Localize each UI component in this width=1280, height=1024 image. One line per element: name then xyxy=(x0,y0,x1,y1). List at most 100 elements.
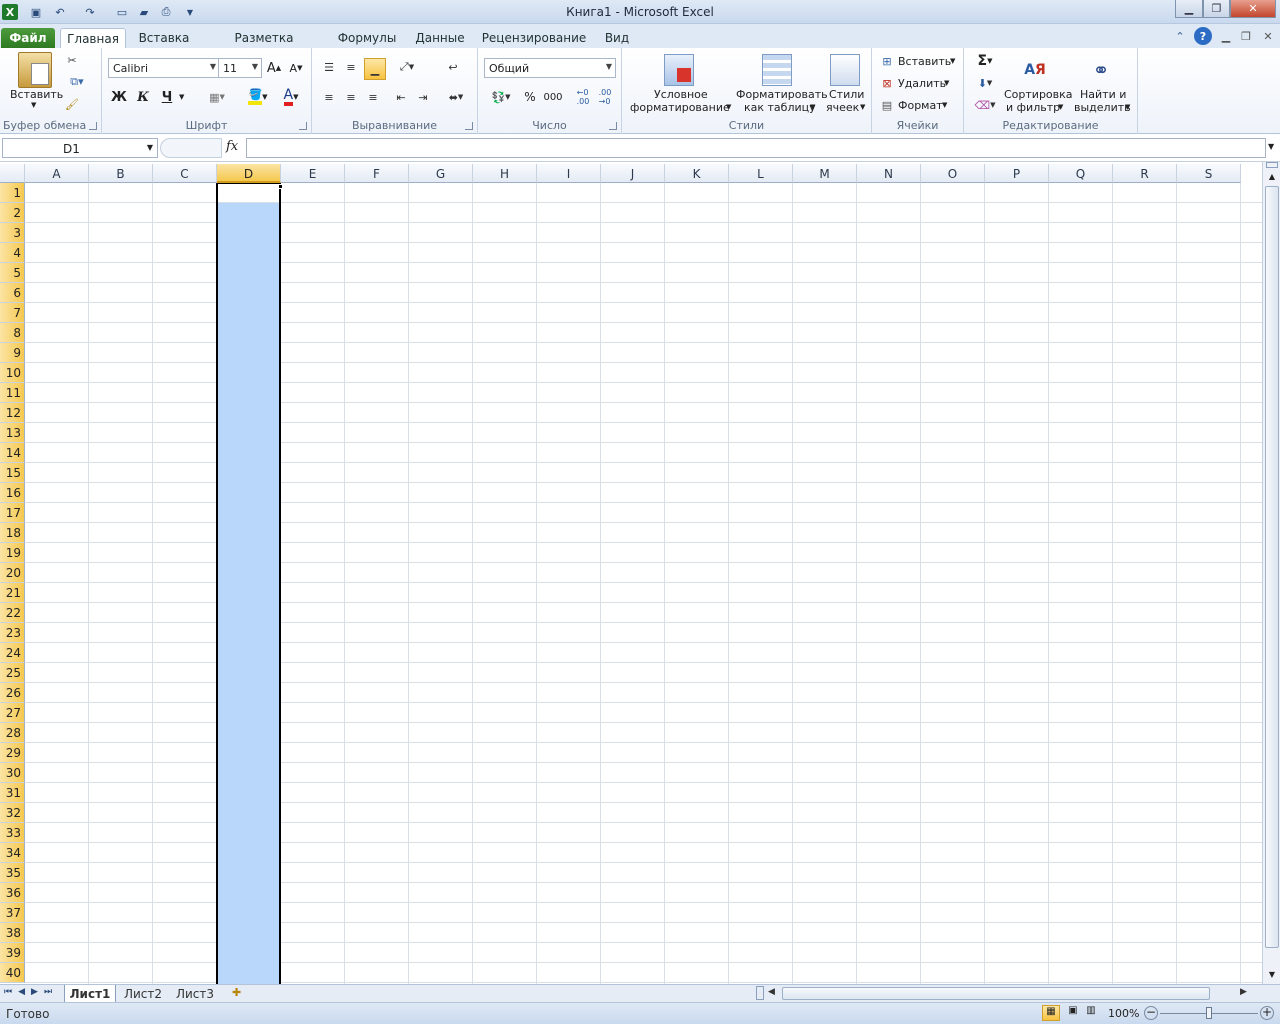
find-select-label-2[interactable]: выделить xyxy=(1074,101,1131,114)
tab-file[interactable]: Файл xyxy=(1,28,55,48)
zoom-level[interactable]: 100% xyxy=(1108,1007,1139,1020)
copy-icon[interactable]: ⧉▾ xyxy=(64,74,90,90)
column-header[interactable]: N xyxy=(857,164,921,183)
column-header[interactable]: F xyxy=(345,164,409,183)
find-select-label-1[interactable]: Найти и xyxy=(1080,88,1126,101)
tab-view[interactable]: Вид xyxy=(600,28,634,48)
sheet-tab-1[interactable]: Лист1 xyxy=(64,985,116,1003)
clear-icon[interactable]: ⌫ ▼ xyxy=(972,96,998,114)
sheet-tab-3[interactable]: Лист3 xyxy=(170,985,220,1003)
row-header[interactable]: 7 xyxy=(0,303,25,323)
increase-decimal-icon[interactable]: ←0.00 xyxy=(574,88,592,106)
doc-close-icon[interactable]: ✕ xyxy=(1260,28,1276,44)
row-header[interactable]: 11 xyxy=(0,383,25,403)
row-header[interactable]: 14 xyxy=(0,443,25,463)
row-header[interactable]: 26 xyxy=(0,683,25,703)
wrap-text-icon[interactable]: ↩ xyxy=(442,58,464,76)
chevron-down-icon[interactable]: ▼ xyxy=(147,143,153,152)
minimize-button[interactable]: ▁ xyxy=(1175,0,1203,18)
horizontal-scroll-thumb[interactable] xyxy=(782,987,1210,1000)
insert-function-button[interactable]: fx xyxy=(226,139,238,154)
row-header[interactable]: 20 xyxy=(0,563,25,583)
row-header[interactable]: 8 xyxy=(0,323,25,343)
tab-data[interactable]: Данные xyxy=(412,28,468,48)
format-as-table-label-1[interactable]: Форматировать xyxy=(736,88,828,101)
row-header[interactable]: 25 xyxy=(0,663,25,683)
cut-icon[interactable]: ✂ xyxy=(64,52,80,68)
column-header[interactable]: P xyxy=(985,164,1049,183)
insert-sheet-icon[interactable]: ✚ xyxy=(232,986,241,999)
name-box[interactable]: D1 ▼ xyxy=(2,138,158,158)
sheet-tab-2[interactable]: Лист2 xyxy=(118,985,168,1003)
row-header[interactable]: 4 xyxy=(0,243,25,263)
align-middle-icon[interactable]: ≡ xyxy=(342,58,360,76)
underline-dropdown-icon[interactable]: ▼ xyxy=(179,93,184,101)
cell-styles-icon[interactable] xyxy=(830,54,860,86)
close-window-button[interactable]: ✕ xyxy=(1230,0,1276,18)
cell-styles-label-2[interactable]: ячеек xyxy=(826,101,859,114)
sort-filter-label-1[interactable]: Сортировка xyxy=(1004,88,1073,101)
vertical-scroll-thumb[interactable] xyxy=(1265,186,1279,948)
row-header[interactable]: 16 xyxy=(0,483,25,503)
row-header[interactable]: 17 xyxy=(0,503,25,523)
autosum-icon[interactable]: Σ ▼ xyxy=(972,52,998,70)
row-header[interactable]: 9 xyxy=(0,343,25,363)
decrease-decimal-icon[interactable]: .00 →0 xyxy=(596,88,614,106)
row-header[interactable]: 35 xyxy=(0,863,25,883)
tab-review[interactable]: Рецензирование xyxy=(480,28,588,48)
align-bottom-icon[interactable]: ▁ xyxy=(364,58,386,80)
orientation-icon[interactable]: ⤢ ▼ xyxy=(394,58,420,76)
row-header[interactable]: 38 xyxy=(0,923,25,943)
number-format-combo[interactable]: Общий ▼ xyxy=(484,58,616,78)
format-cells-label[interactable]: Формат xyxy=(898,99,943,112)
row-header[interactable]: 21 xyxy=(0,583,25,603)
row-header[interactable]: 3 xyxy=(0,223,25,243)
row-header[interactable]: 31 xyxy=(0,783,25,803)
column-header[interactable]: I xyxy=(537,164,601,183)
column-header[interactable]: H xyxy=(473,164,537,183)
conditional-formatting-icon[interactable] xyxy=(664,54,694,86)
format-as-table-icon[interactable] xyxy=(762,54,792,86)
scroll-right-icon[interactable]: ▶ xyxy=(1240,987,1247,997)
align-top-icon[interactable]: ☰ xyxy=(320,58,338,76)
sheet-nav-arrows-icon[interactable]: ⏮◀▶⏭ xyxy=(4,987,58,997)
bold-button[interactable]: Ж xyxy=(110,88,128,106)
row-header[interactable]: 28 xyxy=(0,723,25,743)
fill-icon[interactable]: ⬇ ▼ xyxy=(972,74,998,92)
column-header[interactable]: M xyxy=(793,164,857,183)
align-center-icon[interactable]: ≡ xyxy=(342,88,360,106)
active-cell[interactable] xyxy=(218,184,279,202)
row-header[interactable]: 1 xyxy=(0,183,25,203)
column-header[interactable]: O xyxy=(921,164,985,183)
clipboard-dialog-launcher-icon[interactable] xyxy=(89,122,97,130)
comma-style-button[interactable]: 000 xyxy=(542,88,564,106)
row-header[interactable]: 22 xyxy=(0,603,25,623)
row-header[interactable]: 36 xyxy=(0,883,25,903)
column-header[interactable]: L xyxy=(729,164,793,183)
italic-button[interactable]: К xyxy=(134,88,152,106)
column-header[interactable]: E xyxy=(281,164,345,183)
column-header[interactable]: R xyxy=(1113,164,1177,183)
zoom-out-icon[interactable]: − xyxy=(1144,1006,1158,1020)
zoom-slider-thumb[interactable] xyxy=(1206,1007,1212,1019)
accounting-format-icon[interactable]: 💱 ▼ xyxy=(486,88,516,106)
row-header[interactable]: 27 xyxy=(0,703,25,723)
paste-icon[interactable] xyxy=(18,52,52,88)
formula-input[interactable] xyxy=(246,138,1266,158)
tab-formulas[interactable]: Формулы xyxy=(334,28,400,48)
row-header[interactable]: 2 xyxy=(0,203,25,223)
column-header[interactable]: D xyxy=(217,164,281,183)
normal-view-icon[interactable]: ▦ xyxy=(1042,1005,1060,1021)
column-header[interactable]: J xyxy=(601,164,665,183)
row-header[interactable]: 13 xyxy=(0,423,25,443)
row-header[interactable]: 32 xyxy=(0,803,25,823)
column-header[interactable]: S xyxy=(1177,164,1241,183)
row-header[interactable]: 5 xyxy=(0,263,25,283)
grow-font-icon[interactable]: A ▲ xyxy=(266,60,282,76)
number-dialog-launcher-icon[interactable] xyxy=(609,122,617,130)
worksheet-grid[interactable]: A B C D E F G H I J K L M N O P Q R S 1 2 3 4 5 6 7 8 9 10 11 12 13 14 15… xyxy=(0,164,1262,984)
align-left-icon[interactable]: ≡ xyxy=(320,88,338,106)
merge-center-icon[interactable]: ⬌ ▼ xyxy=(442,88,470,106)
row-header[interactable]: 34 xyxy=(0,843,25,863)
page-layout-view-icon[interactable]: ▣ xyxy=(1064,1005,1082,1021)
